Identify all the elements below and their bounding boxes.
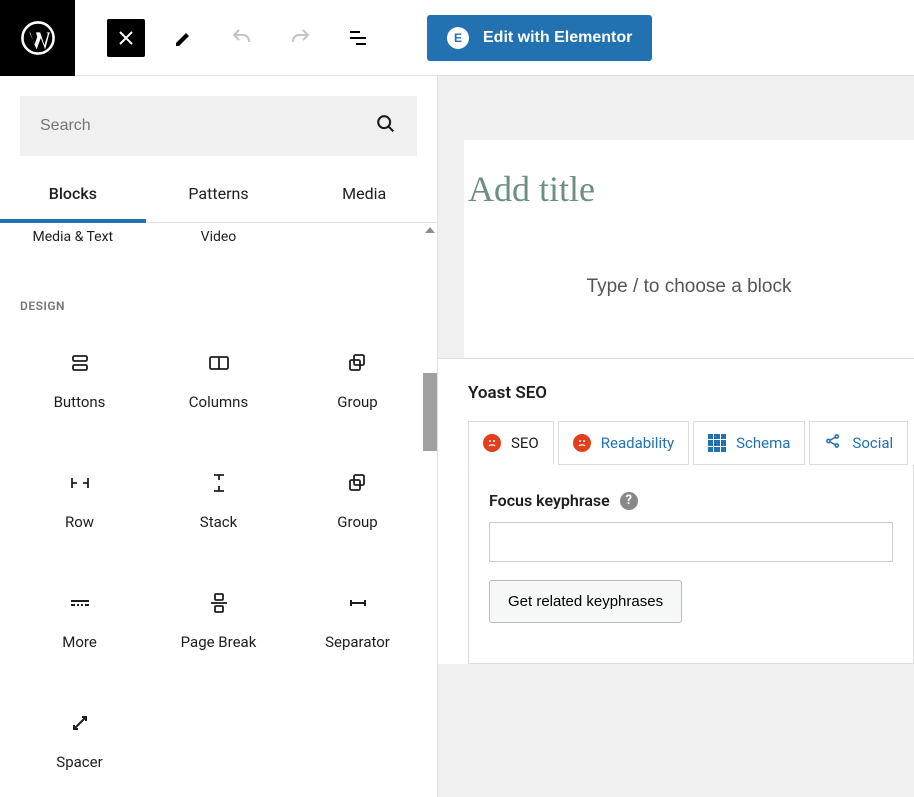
edit-with-elementor-button[interactable]: E Edit with Elementor	[427, 15, 652, 61]
block-inserter-panel: Blocks Patterns Media Media & Text Video…	[0, 76, 438, 797]
edit-icon[interactable]	[165, 19, 203, 57]
elementor-label: Edit with Elementor	[483, 29, 632, 47]
block-group[interactable]: Group	[288, 321, 427, 441]
scroll-up-arrow-icon[interactable]	[425, 227, 435, 233]
share-icon	[824, 432, 842, 454]
post-title-input[interactable]: Add title	[464, 140, 914, 220]
inserter-tabs: Blocks Patterns Media	[0, 168, 437, 223]
yoast-tab-social[interactable]: Social	[809, 421, 908, 465]
wordpress-logo[interactable]	[0, 0, 75, 76]
block-row[interactable]: Row	[10, 441, 149, 561]
redo-button[interactable]	[281, 19, 319, 57]
close-inserter-button[interactable]	[107, 19, 145, 57]
block-page-break[interactable]: Page Break	[149, 561, 288, 681]
block-group-2[interactable]: Group	[288, 441, 427, 561]
sad-face-icon	[573, 434, 591, 452]
yoast-tab-schema[interactable]: Schema	[693, 421, 805, 465]
search-input[interactable]	[40, 117, 375, 135]
post-canvas: Add title Type / to choose a block	[464, 140, 914, 358]
category-design-label: DESIGN	[0, 249, 437, 321]
post-body-placeholder[interactable]: Type / to choose a block	[464, 220, 914, 308]
block-columns[interactable]: Columns	[149, 321, 288, 441]
tab-blocks[interactable]: Blocks	[0, 168, 146, 223]
get-related-keyphrases-button[interactable]: Get related keyphrases	[489, 580, 682, 623]
block-video-label: Video	[146, 229, 290, 245]
help-icon[interactable]: ?	[620, 492, 638, 510]
undo-button[interactable]	[223, 19, 261, 57]
top-toolbar: E Edit with Elementor	[0, 0, 914, 76]
block-media-text-label: Media & Text	[1, 229, 145, 245]
block-spacer[interactable]: Spacer	[10, 681, 149, 797]
scrollbar-thumb[interactable]	[423, 373, 437, 451]
editor-canvas-area: Add title Type / to choose a block Yoast…	[438, 76, 914, 797]
tab-media[interactable]: Media	[291, 168, 437, 223]
block-stack[interactable]: Stack	[149, 441, 288, 561]
elementor-icon: E	[447, 27, 469, 49]
focus-keyphrase-input[interactable]	[489, 522, 893, 562]
block-separator[interactable]: Separator	[288, 561, 427, 681]
blocks-scroll-area[interactable]: Media & Text Video DESIGN Buttons Column…	[0, 223, 437, 797]
yoast-heading: Yoast SEO	[468, 383, 914, 403]
yoast-tab-seo[interactable]: SEO	[468, 421, 554, 465]
sad-face-icon	[483, 434, 501, 452]
block-buttons[interactable]: Buttons	[10, 321, 149, 441]
focus-keyphrase-label: Focus keyphrase	[489, 491, 610, 510]
tab-patterns[interactable]: Patterns	[146, 168, 292, 223]
grid-icon	[708, 434, 726, 452]
document-overview-icon[interactable]	[339, 19, 377, 57]
search-box	[20, 96, 417, 156]
yoast-seo-panel: Yoast SEO SEO Readability Schema Social	[438, 358, 914, 664]
block-more[interactable]: More	[10, 561, 149, 681]
search-icon	[375, 113, 397, 139]
yoast-tab-readability[interactable]: Readability	[558, 421, 689, 465]
